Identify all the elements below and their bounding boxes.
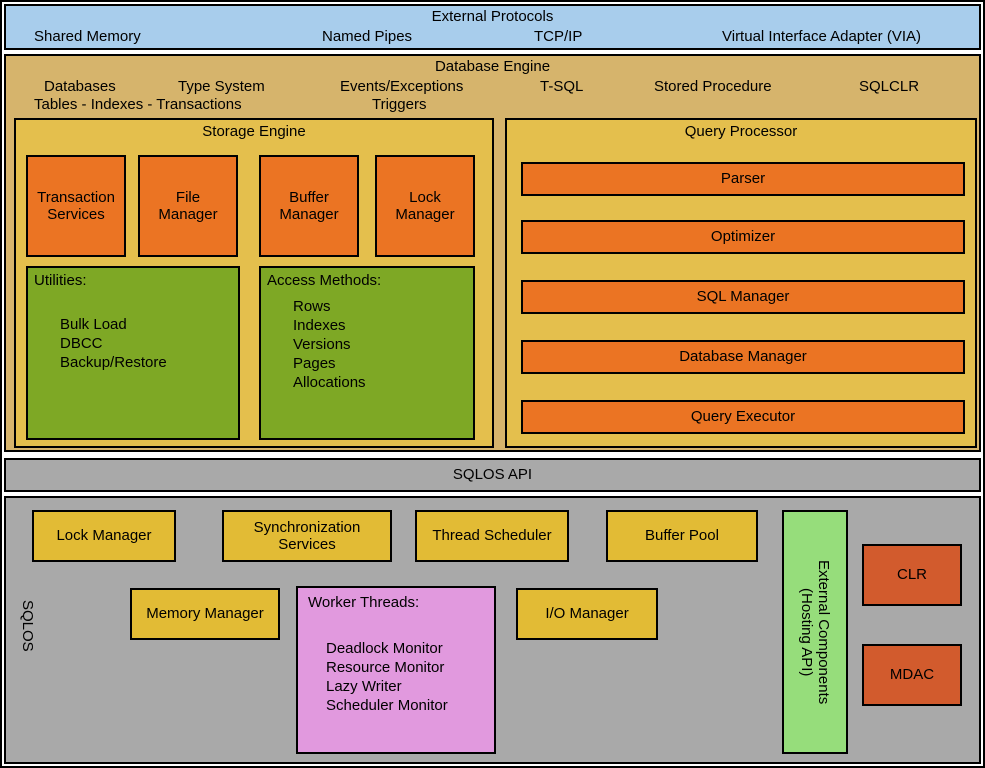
dbmanager-box: Database Manager [521,340,965,374]
utilities-title: Utilities: [34,272,87,290]
sqlos-sync-box: Synchronization Services [222,510,392,562]
architecture-diagram: External Protocols Shared Memory Named P… [0,0,985,768]
engine-storedproc: Stored Procedure [654,78,772,96]
sqlos-panel: SQLOS Lock Manager Synchronization Servi… [4,496,981,764]
mdac-label: MDAC [890,666,934,684]
utilities-bulkload: Bulk Load [60,316,127,334]
worker-threads-title: Worker Threads: [308,594,419,612]
sqlos-api-label: SQLOS API [453,466,532,484]
access-pages: Pages [293,355,336,373]
proto-via: Virtual Interface Adapter (VIA) [722,28,921,46]
query-processor-panel: Query Processor Parser Optimizer SQL Man… [505,118,977,448]
clr-label: CLR [897,566,927,584]
transaction-services-label: Transaction Services [37,189,115,223]
dbmanager-label: Database Manager [679,348,807,366]
sqlos-label: SQLOS [18,600,36,652]
storage-engine-title: Storage Engine [16,123,492,141]
utilities-box: Utilities: Bulk Load DBCC Backup/Restore [26,266,240,440]
buffer-manager-label: Buffer Manager [279,189,338,223]
external-components-box: External Components (Hosting API) [782,510,848,754]
sqlos-iomgr-label: I/O Manager [545,605,628,623]
sqlos-memmgr-box: Memory Manager [130,588,280,640]
lock-manager-box: Lock Manager [375,155,475,257]
external-protocols-title: External Protocols [6,8,979,26]
sqlos-threadsched-label: Thread Scheduler [432,527,551,545]
file-manager-label: File Manager [158,189,217,223]
engine-tables: Tables - Indexes - Transactions [34,96,242,114]
engine-sqlclr: SQLCLR [859,78,919,96]
sqlmanager-label: SQL Manager [697,288,790,306]
queryexec-label: Query Executor [691,408,795,426]
worker-schedmon: Scheduler Monitor [326,697,448,715]
sqlos-bufferpool-label: Buffer Pool [645,527,719,545]
worker-deadlock: Deadlock Monitor [326,640,443,658]
proto-named-pipes: Named Pipes [322,28,412,46]
engine-triggers: Triggers [372,96,426,114]
file-manager-box: File Manager [138,155,238,257]
proto-tcpip: TCP/IP [534,28,582,46]
sqlos-bufferpool-box: Buffer Pool [606,510,758,562]
engine-databases: Databases [44,78,116,96]
worker-resource: Resource Monitor [326,659,444,677]
engine-events: Events/Exceptions [340,78,463,96]
database-engine-title: Database Engine [6,58,979,76]
worker-lazywriter: Lazy Writer [326,678,402,696]
query-processor-title: Query Processor [507,123,975,141]
access-methods-box: Access Methods: Rows Indexes Versions Pa… [259,266,475,440]
access-versions: Versions [293,336,351,354]
sqlos-threadsched-box: Thread Scheduler [415,510,569,562]
storage-engine-panel: Storage Engine Transaction Services File… [14,118,494,448]
access-rows: Rows [293,298,331,316]
proto-shared-memory: Shared Memory [34,28,141,46]
optimizer-box: Optimizer [521,220,965,254]
engine-tsql: T-SQL [540,78,583,96]
sqlos-api-bar: SQLOS API [4,458,981,492]
sqlmanager-box: SQL Manager [521,280,965,314]
access-methods-title: Access Methods: [267,272,381,290]
sqlos-lockmgr-label: Lock Manager [56,527,151,545]
parser-label: Parser [721,170,765,188]
clr-box: CLR [862,544,962,606]
utilities-dbcc: DBCC [60,335,103,353]
sqlos-lockmgr-box: Lock Manager [32,510,176,562]
transaction-services-box: Transaction Services [26,155,126,257]
database-engine-panel: Database Engine Databases Type System Ev… [4,54,981,452]
sqlos-iomgr-box: I/O Manager [516,588,658,640]
access-allocations: Allocations [293,374,366,392]
utilities-backup: Backup/Restore [60,354,167,372]
engine-typesystem: Type System [178,78,265,96]
mdac-box: MDAC [862,644,962,706]
queryexec-box: Query Executor [521,400,965,434]
sqlos-memmgr-label: Memory Manager [146,605,264,623]
lock-manager-label: Lock Manager [395,189,454,223]
parser-box: Parser [521,162,965,196]
buffer-manager-box: Buffer Manager [259,155,359,257]
worker-threads-box: Worker Threads: Deadlock Monitor Resourc… [296,586,496,754]
access-indexes: Indexes [293,317,346,335]
external-protocols-panel: External Protocols Shared Memory Named P… [4,4,981,50]
sqlos-sync-label: Synchronization Services [254,519,361,553]
external-components-label: External Components (Hosting API) [798,560,832,704]
optimizer-label: Optimizer [711,228,775,246]
